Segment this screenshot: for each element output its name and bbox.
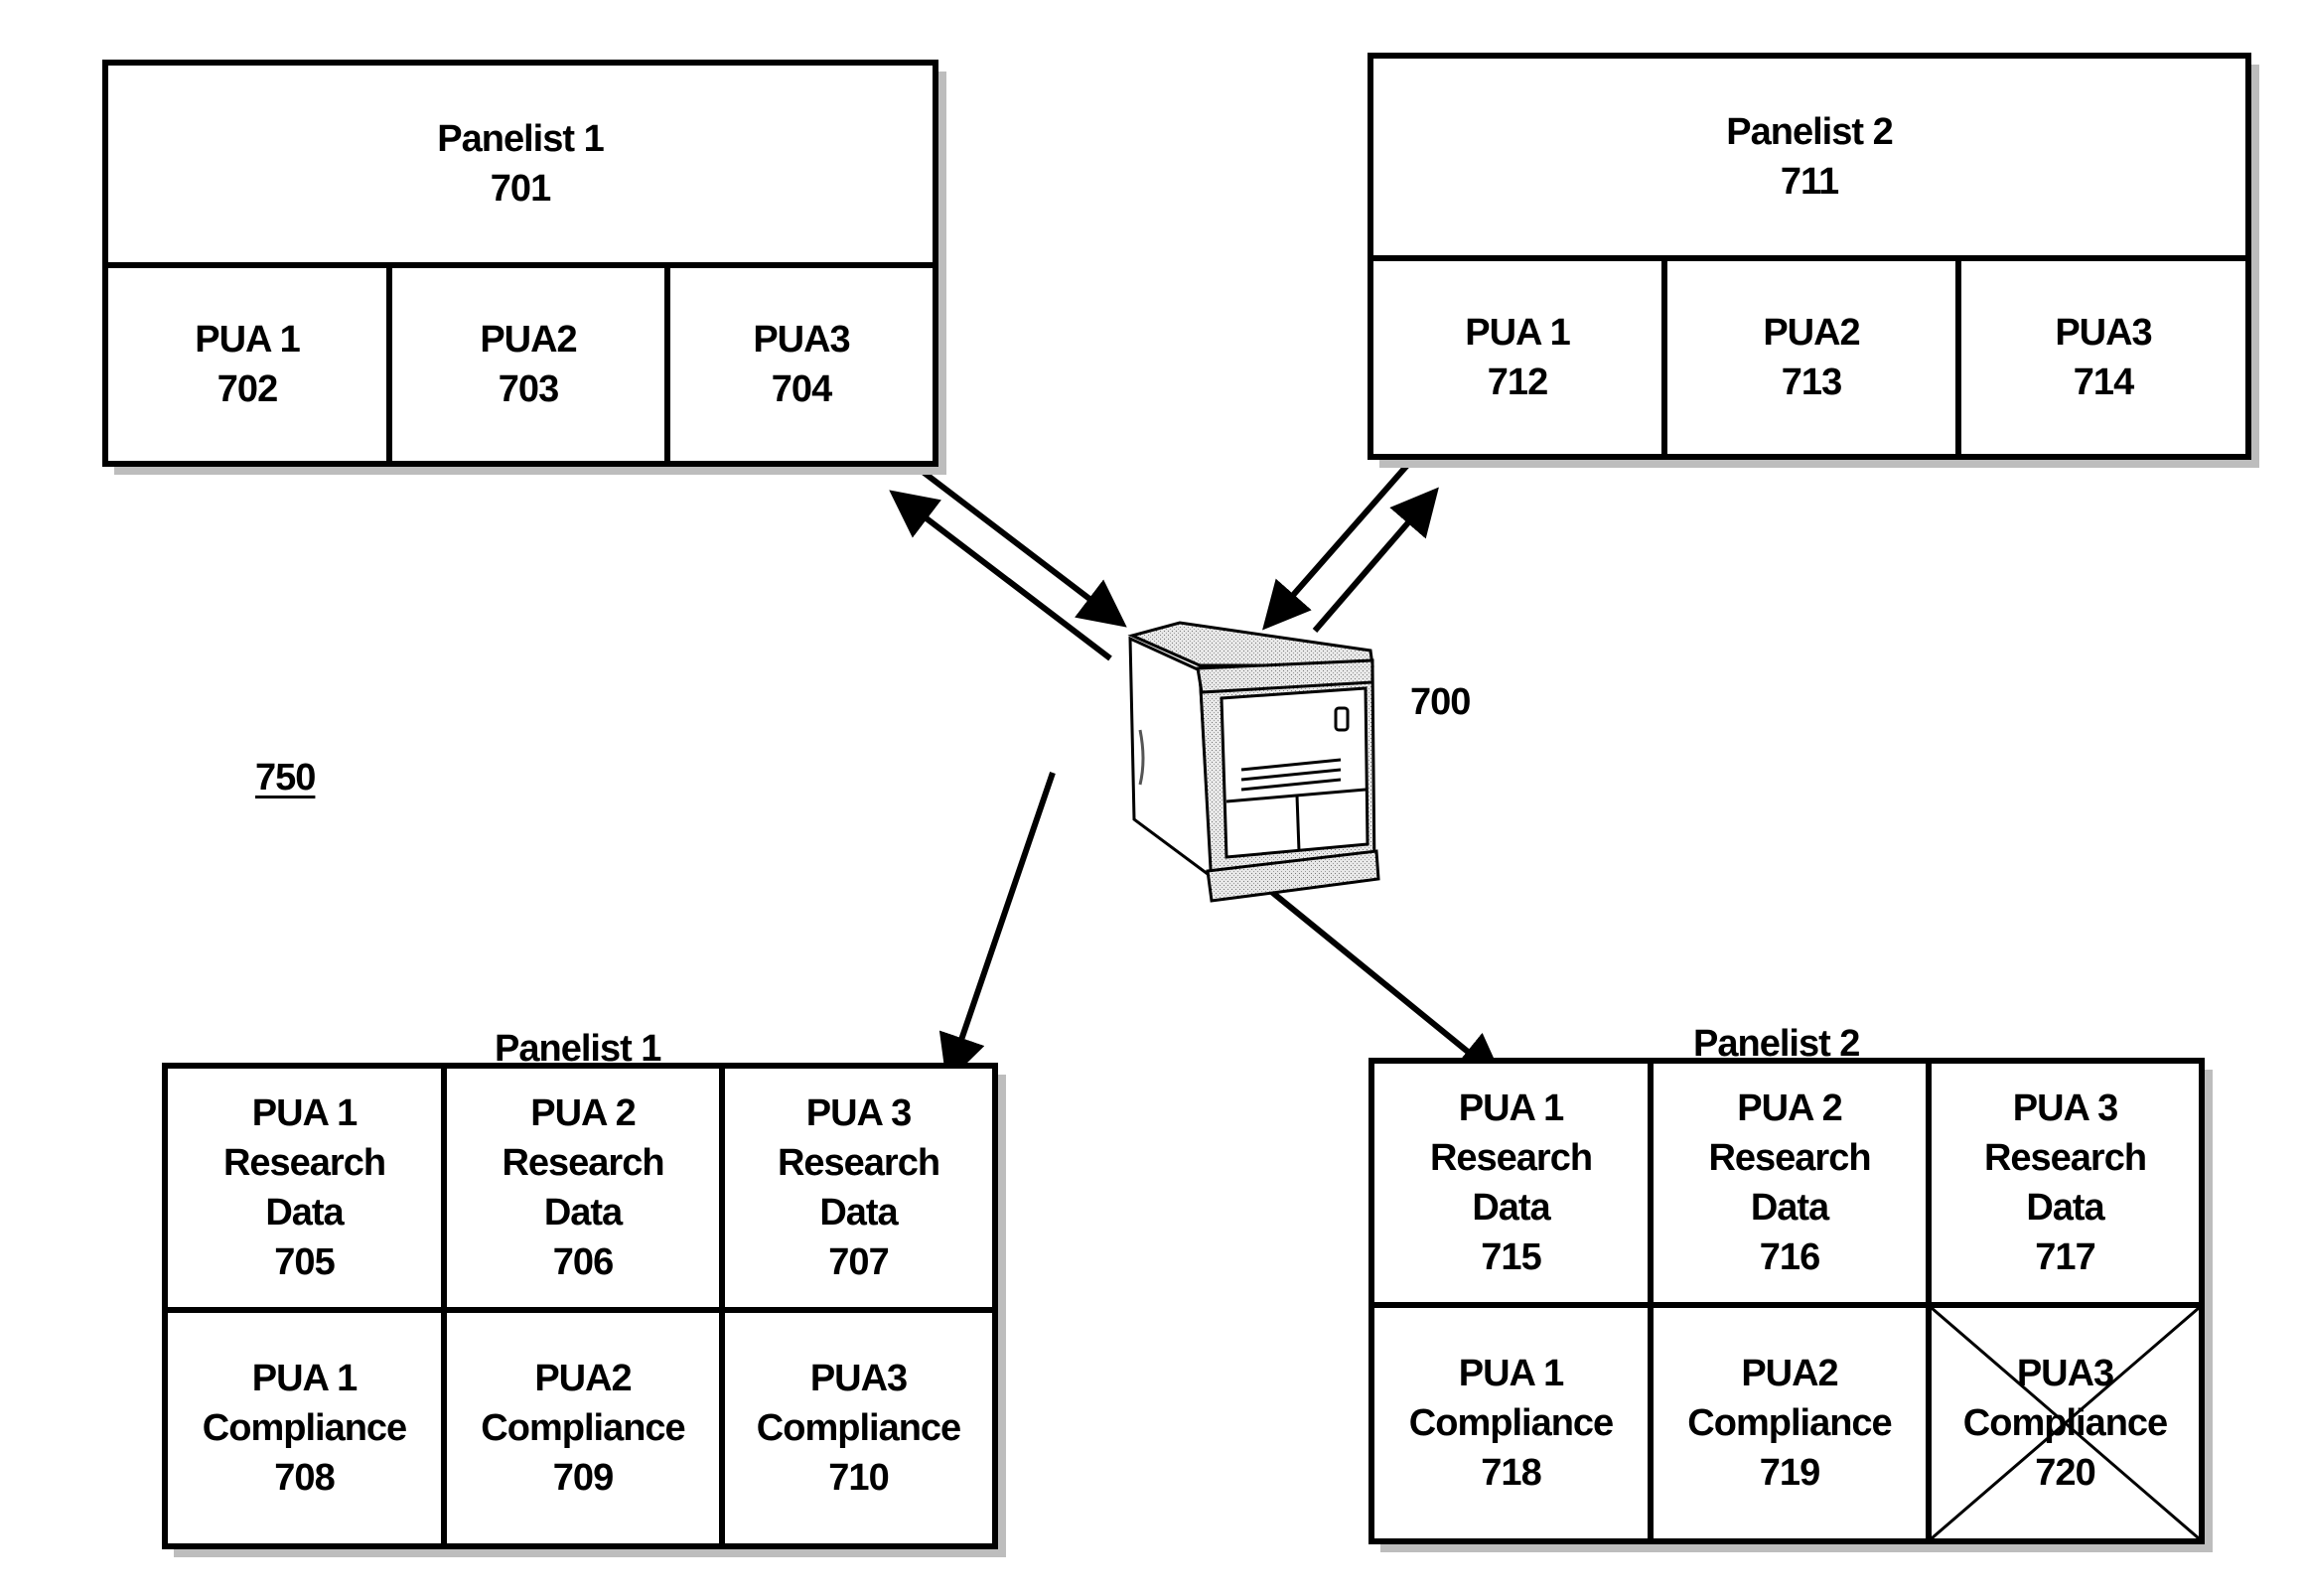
panelist2-data-grid: PUA 1 Research Data 715 PUA 2 Research D… [1368, 1058, 2205, 1544]
panelist2-ref: 711 [1780, 161, 1839, 203]
arrow-panelist1-to-server [912, 462, 1127, 628]
research-data-cell: PUA 2 Research Data 716 [1654, 1064, 1926, 1302]
research-data-cell: PUA 1 Research Data 705 [168, 1069, 441, 1307]
compliance-cell-crossed-out: PUA3 Compliance 720 [1932, 1308, 2199, 1538]
cell-ref: 715 [1481, 1236, 1541, 1278]
cell-line: Data [1750, 1187, 1829, 1229]
pua-cell: PUA2 703 [392, 268, 664, 461]
cell-line: Research [1983, 1137, 2147, 1179]
arrow-server-to-panelist1 [889, 490, 1112, 661]
pua-name: PUA2 [534, 1358, 632, 1399]
pua-ref: 704 [771, 368, 832, 410]
panelist2-header: Panelist 2 711 [1373, 59, 2245, 255]
panelist1-header: Panelist 1 701 [108, 66, 933, 262]
pua-cell: PUA 1 702 [108, 268, 386, 461]
cell-line: Compliance [1408, 1402, 1614, 1444]
cell-line: Research [502, 1142, 664, 1184]
cell-ref: 710 [828, 1457, 889, 1499]
panelist1-ref: 701 [490, 168, 551, 210]
cross-out-x-icon [1932, 1308, 2199, 1538]
cell-line: Compliance [1687, 1402, 1892, 1444]
panelist2-title: Panelist 2 [1726, 111, 1893, 153]
pua-name: PUA 1 [251, 1092, 359, 1134]
pua-name: PUA 1 [251, 1358, 359, 1399]
cell-ref: 708 [274, 1457, 335, 1499]
pua-name: PUA3 [753, 319, 850, 361]
pua-ref: 712 [1487, 362, 1548, 403]
pua-name: PUA3 [2055, 312, 2152, 354]
panelist2-pua-box: Panelist 2 711 PUA 1 712 PUA2 713 PUA3 7… [1368, 53, 2251, 460]
compliance-cell: PUA3 Compliance 710 [725, 1313, 992, 1543]
research-data-cell: PUA 3 Research Data 707 [725, 1069, 992, 1307]
cell-line: Data [265, 1192, 344, 1233]
cell-ref: 716 [1759, 1236, 1820, 1278]
panelist1-title: Panelist 1 [437, 118, 604, 160]
cell-ref: 707 [828, 1241, 889, 1283]
pua-name: PUA 3 [805, 1092, 913, 1134]
cell-ref: 718 [1481, 1452, 1541, 1494]
pua-ref: 713 [1781, 362, 1842, 403]
pua-name: PUA 1 [195, 319, 301, 361]
cell-line: Compliance [202, 1407, 407, 1449]
panelist1-pua-box: Panelist 1 701 PUA 1 702 PUA2 703 PUA3 7… [102, 60, 938, 467]
server-ref-label: 700 [1410, 681, 1471, 723]
compliance-cell: PUA2 Compliance 709 [447, 1313, 719, 1543]
cell-line: Research [1708, 1137, 1871, 1179]
server-tower-icon [1127, 621, 1380, 903]
cell-line: Research [777, 1142, 940, 1184]
pua-name: PUA 1 [1465, 312, 1571, 354]
cell-line: Research [1429, 1137, 1593, 1179]
pua-name: PUA 2 [530, 1092, 637, 1134]
cell-line: Data [1472, 1187, 1550, 1229]
figure-ref-label: 750 [255, 757, 316, 798]
pua-name: PUA 1 [1458, 1353, 1565, 1394]
panelist1-data-grid: PUA 1 Research Data 705 PUA 2 Research D… [162, 1063, 998, 1549]
pua-ref: 702 [216, 368, 278, 410]
research-data-cell: PUA 3 Research Data 717 [1932, 1064, 2199, 1302]
pua-ref: 714 [2073, 362, 2134, 403]
cell-ref: 709 [552, 1457, 614, 1499]
cell-line: Research [222, 1142, 386, 1184]
research-data-cell: PUA 1 Research Data 715 [1374, 1064, 1648, 1302]
cell-ref: 706 [552, 1241, 614, 1283]
compliance-cell: PUA2 Compliance 719 [1654, 1308, 1926, 1538]
pua-name: PUA3 [809, 1358, 908, 1399]
pua-name: PUA2 [1741, 1353, 1838, 1394]
pua-cell: PUA3 714 [1961, 261, 2245, 454]
compliance-cell: PUA 1 Compliance 708 [168, 1313, 441, 1543]
cell-line: Data [543, 1192, 623, 1233]
arrow-server-to-panelist1-data [938, 772, 1056, 1084]
pua-name: PUA 3 [2012, 1088, 2119, 1129]
pua-cell: PUA3 704 [670, 268, 933, 461]
pua-name: PUA 1 [1458, 1088, 1565, 1129]
cell-ref: 719 [1759, 1452, 1820, 1494]
pua-name: PUA2 [480, 319, 577, 361]
cell-ref: 717 [2035, 1236, 2095, 1278]
cell-line: Compliance [481, 1407, 685, 1449]
pua-name: PUA 2 [1737, 1088, 1843, 1129]
pua-name: PUA2 [1763, 312, 1860, 354]
research-data-cell: PUA 2 Research Data 706 [447, 1069, 719, 1307]
pua-ref: 703 [498, 368, 559, 410]
compliance-cell: PUA 1 Compliance 718 [1374, 1308, 1648, 1538]
pua-cell: PUA 1 712 [1373, 261, 1661, 454]
cell-line: Data [819, 1192, 898, 1233]
pua-cell: PUA2 713 [1667, 261, 1955, 454]
cell-line: Compliance [756, 1407, 961, 1449]
cell-ref: 705 [274, 1241, 335, 1283]
cell-line: Data [2026, 1187, 2104, 1229]
